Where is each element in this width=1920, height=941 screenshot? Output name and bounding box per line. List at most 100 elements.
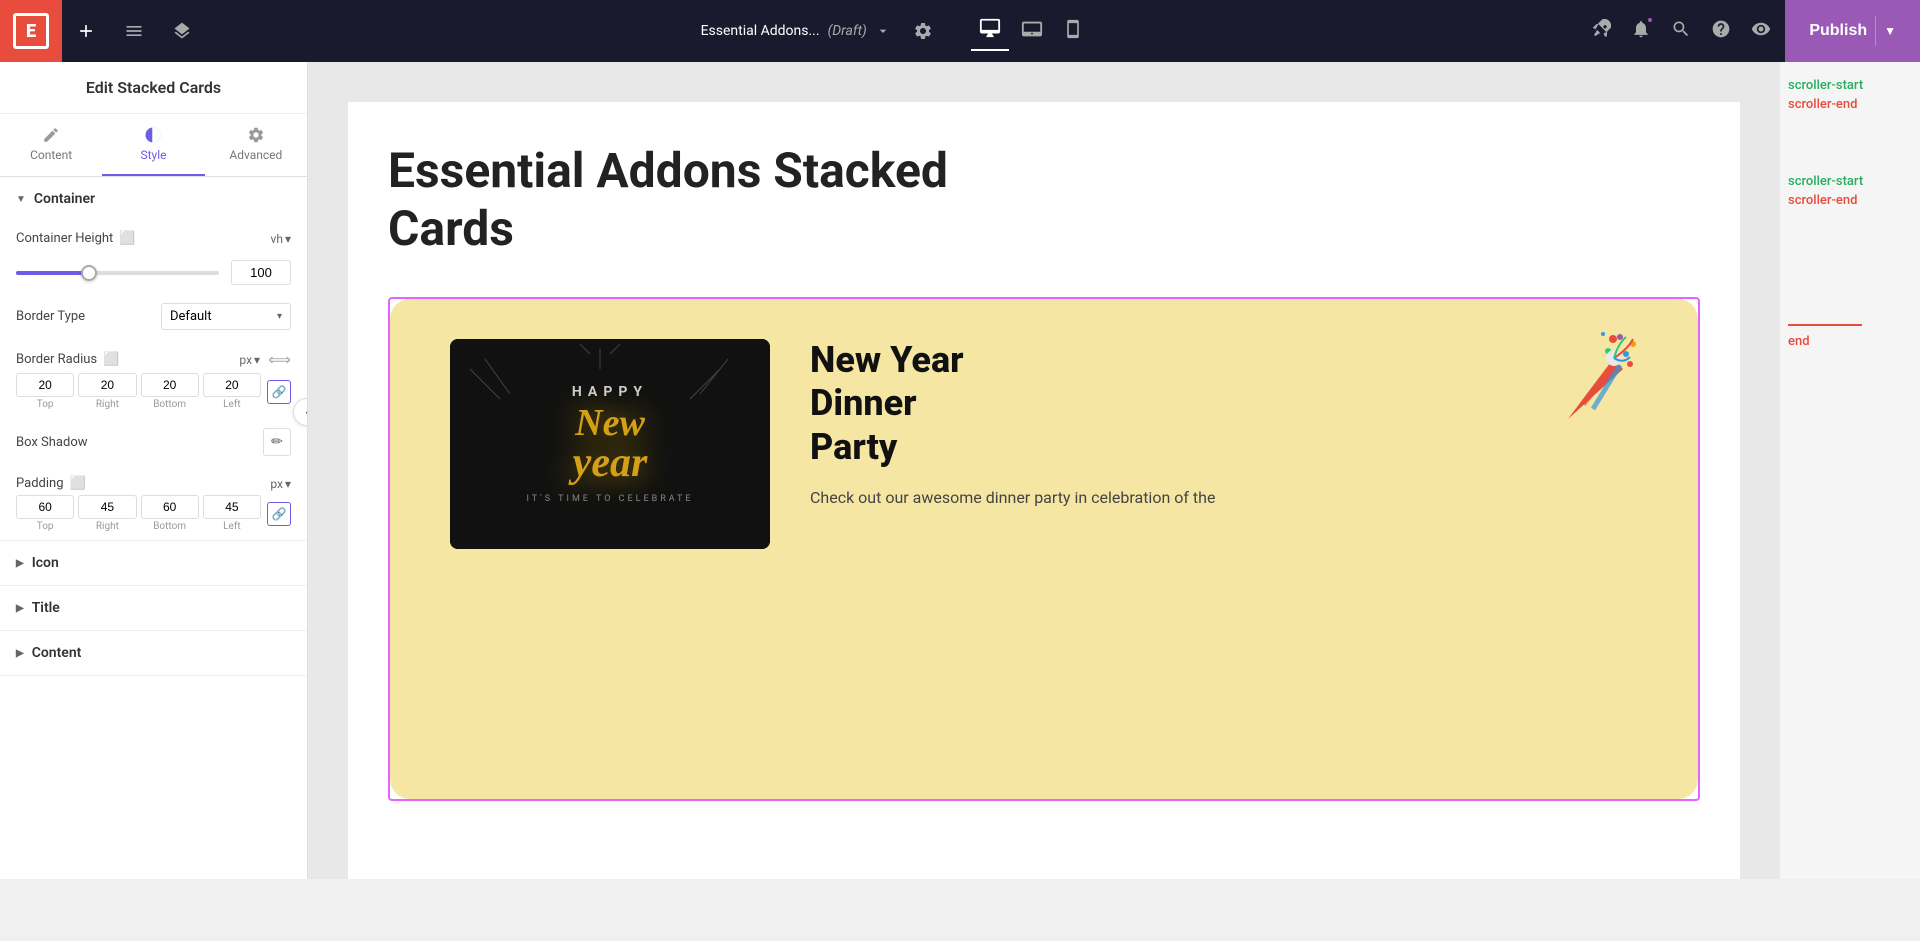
container-height-row: Container Height ⬜ vh ▾ xyxy=(0,221,307,256)
add-element-button[interactable] xyxy=(66,11,106,51)
right-label: Right xyxy=(96,399,119,410)
right-markers-panel: scroller-start scroller-end scroller-sta… xyxy=(1780,62,1920,879)
border-bottom-wrap: Bottom xyxy=(141,373,199,410)
border-left-wrap: Left xyxy=(203,373,261,410)
top-label: Top xyxy=(37,399,54,410)
title-section-arrow: ▶ xyxy=(16,603,24,614)
page-draft-status: (Draft) xyxy=(828,23,867,39)
padding-right-input[interactable] xyxy=(78,495,136,519)
bottom-label: Bottom xyxy=(153,399,186,410)
border-radius-resize-icon[interactable]: ⟺ xyxy=(268,350,291,369)
header-right-actions xyxy=(1585,13,1777,50)
border-type-select[interactable]: Default ▾ xyxy=(161,303,291,330)
card-left-area: HAPPY Newyear IT'S TIME TO CELEBRATE xyxy=(450,339,770,549)
border-type-row: Border Type Default ▾ xyxy=(0,293,307,340)
scroller-end-marker-1: scroller-end xyxy=(1788,97,1912,112)
page-settings-icon[interactable] xyxy=(903,11,943,51)
title-section-label: Title xyxy=(32,600,60,616)
container-section-header[interactable]: ▼ Container xyxy=(0,177,307,221)
box-shadow-edit-button[interactable]: ✏ xyxy=(263,428,291,456)
bell-icon[interactable] xyxy=(1625,13,1657,50)
slider-thumb[interactable] xyxy=(81,265,97,281)
border-top-input[interactable] xyxy=(16,373,74,397)
corner-inputs-group: Top Right Bottom Left xyxy=(16,373,261,410)
desktop-device-btn[interactable] xyxy=(971,11,1009,51)
padding-bottom-wrap: Bottom xyxy=(141,495,199,532)
panel-title: Edit Stacked Cards xyxy=(0,62,307,114)
container-height-label: Container Height ⬜ xyxy=(16,231,263,246)
top-header: E Essential Addons... (Draft) xyxy=(0,0,1920,62)
scroller-start-marker-2: scroller-start xyxy=(1788,174,1912,189)
publish-divider xyxy=(1875,16,1876,46)
border-radius-responsive-icon: ⬜ xyxy=(103,352,119,367)
end-marker-line xyxy=(1788,324,1862,326)
border-radius-row: Border Radius ⬜ px ▾ ⟺ xyxy=(0,340,307,373)
height-value-input[interactable] xyxy=(231,260,291,285)
scroller-end-marker-2: scroller-end xyxy=(1788,193,1912,208)
title-section-header[interactable]: ▶ Title xyxy=(0,586,307,631)
border-left-input[interactable] xyxy=(203,373,261,397)
elementor-logo[interactable]: E xyxy=(0,0,62,62)
main-layout: Edit Stacked Cards Content Style Advance… xyxy=(0,62,1920,879)
padding-left-input[interactable] xyxy=(203,495,261,519)
height-slider-container xyxy=(0,256,307,293)
link-corners-button[interactable]: 🔗 xyxy=(267,380,291,404)
settings-button[interactable] xyxy=(114,11,154,51)
padding-unit[interactable]: px ▾ xyxy=(270,477,291,491)
padding-inputs-group: Top Right Bottom Left xyxy=(16,495,261,532)
stacked-card: HAPPY Newyear IT'S TIME TO CELEBRATE New… xyxy=(390,299,1698,799)
padding-top-input[interactable] xyxy=(16,495,74,519)
padding-left-wrap: Left xyxy=(203,495,261,532)
container-section: ▼ Container Container Height ⬜ vh ▾ xyxy=(0,177,307,541)
header-center: Essential Addons... (Draft) xyxy=(206,11,1585,51)
search-icon[interactable] xyxy=(1665,13,1697,50)
page-main-heading: Essential Addons StackedCards xyxy=(388,142,1700,257)
panel-tabs: Content Style Advanced xyxy=(0,114,307,177)
canvas-content: Essential Addons StackedCards xyxy=(348,102,1740,879)
tab-style[interactable]: Style xyxy=(102,114,204,176)
container-label: Container xyxy=(34,191,95,207)
padding-top-wrap: Top xyxy=(16,495,74,532)
marker-group-2: scroller-start scroller-end xyxy=(1788,174,1912,208)
height-slider-track[interactable] xyxy=(16,271,219,275)
border-type-label: Border Type xyxy=(16,309,153,324)
scroller-start-marker-1: scroller-start xyxy=(1788,78,1912,93)
icon-section-label: Icon xyxy=(32,555,59,571)
tab-advanced[interactable]: Advanced xyxy=(205,114,307,176)
tablet-device-btn[interactable] xyxy=(1013,12,1051,50)
left-label: Left xyxy=(223,399,240,410)
icon-section-arrow: ▶ xyxy=(16,558,24,569)
border-right-input[interactable] xyxy=(78,373,136,397)
layers-button[interactable] xyxy=(162,11,202,51)
party-popper-icon xyxy=(1538,329,1638,459)
rocket-icon[interactable] xyxy=(1585,13,1617,50)
container-arrow: ▼ xyxy=(16,194,26,205)
publish-button[interactable]: Publish ▼ xyxy=(1785,0,1920,62)
help-icon[interactable] xyxy=(1705,13,1737,50)
canvas-area: Essential Addons StackedCards xyxy=(308,62,1780,879)
select-chevron: ▾ xyxy=(277,311,282,322)
tab-content[interactable]: Content xyxy=(0,114,102,176)
page-dropdown-icon[interactable] xyxy=(875,23,891,39)
padding-inputs: Top Right Bottom Left 🔗 xyxy=(0,495,307,540)
logo-inner: E xyxy=(13,13,49,49)
height-unit-selector[interactable]: vh ▾ xyxy=(271,232,291,246)
mobile-device-btn[interactable] xyxy=(1055,13,1091,49)
link-padding-button[interactable]: 🔗 xyxy=(267,502,291,526)
border-radius-unit[interactable]: px ▾ xyxy=(239,353,260,367)
card-title: New YearDinnerParty xyxy=(810,339,1638,469)
padding-bottom-input[interactable] xyxy=(141,495,199,519)
card-right-area: New YearDinnerParty Check out our awesom… xyxy=(810,339,1638,510)
content-section-label: Content xyxy=(32,645,82,661)
icon-section-header[interactable]: ▶ Icon xyxy=(0,541,307,586)
border-radius-inputs: Top Right Bottom Left 🔗 xyxy=(0,373,307,418)
notification-badge xyxy=(1646,16,1654,24)
content-section-arrow: ▶ xyxy=(16,648,24,659)
content-section-header[interactable]: ▶ Content xyxy=(0,631,307,676)
border-bottom-input[interactable] xyxy=(141,373,199,397)
padding-responsive-icon: ⬜ xyxy=(70,476,86,491)
padding-header-row: Padding ⬜ px ▾ xyxy=(0,466,307,495)
preview-icon[interactable] xyxy=(1745,13,1777,50)
publish-dropdown-arrow: ▼ xyxy=(1884,24,1896,38)
device-switcher xyxy=(971,11,1091,51)
